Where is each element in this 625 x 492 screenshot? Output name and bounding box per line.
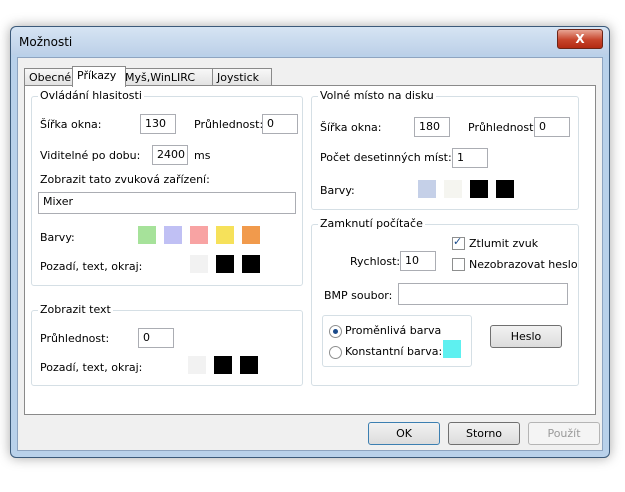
- lock-legend: Zamknutí počítače: [318, 217, 425, 230]
- ok-button[interactable]: OK: [368, 422, 440, 445]
- variable-color-label: Proměnlivá barva: [345, 324, 442, 337]
- lock-speed-input[interactable]: 10: [400, 251, 436, 271]
- disk-color-4[interactable]: [496, 180, 514, 198]
- volume-border-color[interactable]: [242, 255, 260, 273]
- mute-label: Ztlumit zvuk: [469, 237, 539, 250]
- volume-devices-label: Zobrazit tato zvuková zařízení:: [40, 173, 210, 186]
- constant-color-radio[interactable]: [329, 346, 342, 359]
- disk-colors-label: Barvy:: [320, 184, 355, 197]
- disk-decimals-label: Počet desetinných míst:: [320, 151, 452, 164]
- title-bar: Možnosti X: [11, 27, 609, 55]
- options-dialog: Možnosti X Obecné Příkazy Myš,WinLIRC Jo…: [10, 26, 610, 458]
- volume-opacity-input[interactable]: 0: [262, 114, 298, 134]
- hide-password-label: Nezobrazovat heslo: [469, 258, 578, 271]
- close-button[interactable]: X: [557, 29, 603, 49]
- volume-bg-label: Pozadí, text, okraj:: [40, 260, 143, 273]
- lock-speed-label: Rychlost:: [350, 255, 401, 268]
- disk-opacity-input[interactable]: 0: [534, 117, 570, 137]
- lock-group: Zamknutí počítače Rychlost: 10 Ztlumit z…: [311, 217, 579, 386]
- volume-width-label: Šířka okna:: [40, 118, 102, 131]
- text-border-color[interactable]: [240, 356, 258, 374]
- variable-color-radio[interactable]: [329, 325, 342, 338]
- disk-decimals-input[interactable]: 1: [452, 148, 488, 168]
- text-opacity-input[interactable]: 0: [138, 328, 174, 348]
- tab-prikazy[interactable]: Příkazy: [72, 66, 126, 87]
- volume-colors-label: Barvy:: [40, 231, 75, 244]
- password-button[interactable]: Heslo: [490, 325, 562, 348]
- disk-width-input[interactable]: 180: [414, 117, 450, 137]
- constant-color-swatch[interactable]: [443, 340, 461, 358]
- volume-color-4[interactable]: [216, 226, 234, 244]
- volume-visible-unit: ms: [194, 149, 211, 162]
- volume-group: Ovládání hlasitosti Šířka okna: 130 Průh…: [31, 89, 303, 286]
- apply-button[interactable]: Použít: [528, 422, 600, 445]
- text-bg-label: Pozadí, text, okraj:: [40, 361, 143, 374]
- volume-color-3[interactable]: [190, 226, 208, 244]
- mute-checkbox[interactable]: [452, 235, 465, 250]
- cancel-button[interactable]: Storno: [448, 422, 520, 445]
- volume-color-2[interactable]: [164, 226, 182, 244]
- disk-legend: Volné místo na disku: [318, 89, 436, 102]
- constant-color-label: Konstantní barva:: [345, 345, 443, 358]
- color-mode-box: Proměnlivá barva Konstantní barva:: [322, 315, 472, 367]
- volume-bg-color[interactable]: [190, 255, 208, 273]
- volume-opacity-label: Průhlednost:: [194, 118, 264, 131]
- window-title: Možnosti: [19, 35, 73, 49]
- text-legend: Zobrazit text: [38, 303, 113, 316]
- volume-width-input[interactable]: 130: [140, 114, 176, 134]
- volume-color-5[interactable]: [242, 226, 260, 244]
- disk-group: Volné místo na disku Šířka okna: 180 Prů…: [311, 89, 579, 210]
- volume-color-1[interactable]: [138, 226, 156, 244]
- disk-color-1[interactable]: [418, 180, 436, 198]
- disk-color-2[interactable]: [444, 180, 462, 198]
- text-bg-color[interactable]: [188, 356, 206, 374]
- text-group: Zobrazit text Průhlednost: 0 Pozadí, tex…: [31, 303, 303, 386]
- disk-opacity-label: Průhlednost:: [468, 121, 538, 134]
- close-icon: X: [575, 32, 585, 46]
- bmp-label: BMP soubor:: [324, 289, 393, 302]
- hide-password-checkbox[interactable]: [452, 258, 465, 271]
- bmp-input[interactable]: [398, 283, 568, 305]
- disk-width-label: Šířka okna:: [320, 121, 382, 134]
- volume-visible-input[interactable]: 2400: [152, 145, 188, 165]
- dialog-client: Obecné Příkazy Myš,WinLIRC Joystick Ovlá…: [17, 57, 603, 451]
- volume-legend: Ovládání hlasitosti: [38, 89, 144, 102]
- disk-color-3[interactable]: [470, 180, 488, 198]
- tab-panel: Ovládání hlasitosti Šířka okna: 130 Průh…: [24, 85, 596, 415]
- volume-devices-input[interactable]: Mixer: [38, 192, 296, 214]
- volume-visible-label: Viditelné po dobu:: [40, 149, 141, 162]
- text-opacity-label: Průhlednost:: [40, 332, 110, 345]
- volume-text-color[interactable]: [216, 255, 234, 273]
- text-text-color[interactable]: [214, 356, 232, 374]
